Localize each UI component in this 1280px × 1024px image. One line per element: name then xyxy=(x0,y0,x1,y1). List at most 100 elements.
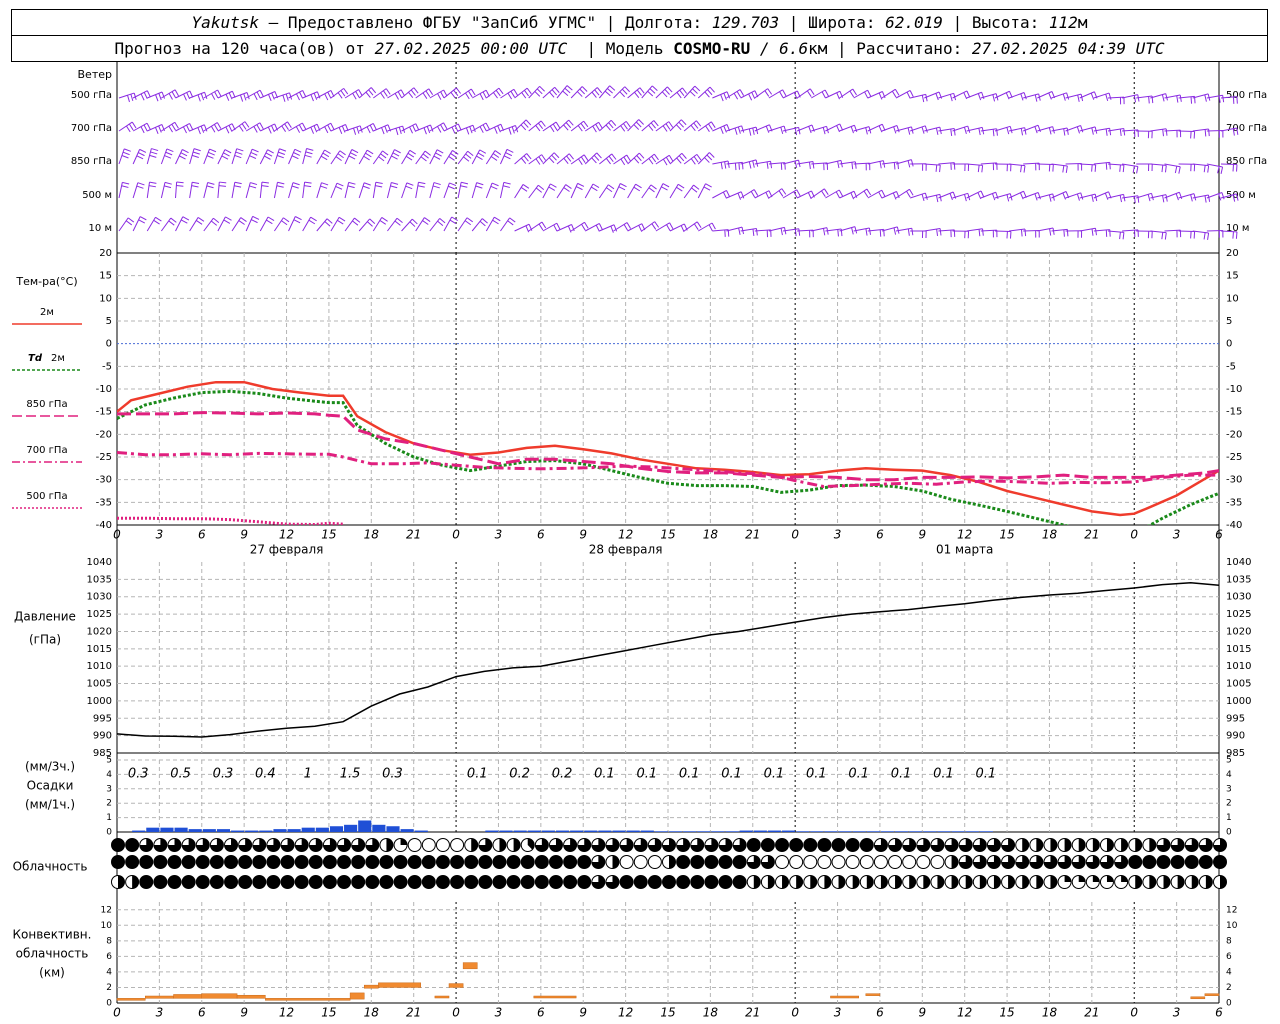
wind-barb-flag xyxy=(705,183,712,188)
wind-barb-flag xyxy=(225,94,230,101)
wind-barb-flag xyxy=(1136,166,1139,174)
wind-barb-flag xyxy=(295,126,301,133)
wind-barb xyxy=(683,153,698,165)
wind-barb-flag xyxy=(620,125,626,132)
precip-bar xyxy=(301,827,315,832)
cloud-symbol xyxy=(1043,838,1058,852)
wind-barb-flag xyxy=(465,92,470,100)
wind-barb-flag xyxy=(619,91,625,98)
wind-barb-flag xyxy=(703,186,711,191)
wind-barb xyxy=(429,218,441,232)
cloud-symbol-circle xyxy=(492,875,507,889)
wind-barb-flag xyxy=(398,127,402,135)
wind-barb-flag xyxy=(197,94,201,102)
wind-barb-flag xyxy=(310,216,317,222)
wind-barb-flag xyxy=(1091,127,1094,135)
hour-label-bottom: 3 xyxy=(834,1006,842,1020)
cloud-symbol xyxy=(986,855,1001,869)
cloud-symbol-fill xyxy=(1220,875,1227,889)
wind-barb-flag xyxy=(678,121,684,128)
precip-3h-total: 0.3 xyxy=(382,767,403,782)
wind-barb-flag xyxy=(261,181,269,184)
pressure-tick-label: 990 xyxy=(93,731,112,742)
cloud-symbol xyxy=(506,855,521,869)
model-label: | Модель xyxy=(567,39,674,58)
cloud-symbol-circle xyxy=(492,855,507,869)
cloud-symbol xyxy=(718,855,733,869)
wind-barb-flag xyxy=(1020,229,1023,237)
wind-barb-flag xyxy=(822,228,826,236)
pressure-tick-label-right: 1030 xyxy=(1226,592,1251,603)
model-resolution: 6.6 xyxy=(779,39,809,58)
wind-barb-flag xyxy=(535,125,541,132)
wind-barb-flag xyxy=(235,151,243,155)
wind-barb xyxy=(853,162,870,165)
cloud-symbol xyxy=(1156,875,1171,889)
hour-label-bottom: 6 xyxy=(198,1006,206,1020)
cloud-symbol xyxy=(195,875,210,889)
wind-barb-flag xyxy=(457,123,462,131)
wind-barb-flag xyxy=(171,91,176,98)
wind-barb-flag xyxy=(1203,232,1206,240)
wind-barb-flag xyxy=(124,148,131,152)
wind-barb-flag xyxy=(592,125,597,133)
cloud-symbol xyxy=(633,875,648,889)
wind-barb-flag xyxy=(251,219,258,224)
wind-barb-flag xyxy=(1063,128,1066,136)
convective-panel-title: Конвективн. xyxy=(13,928,92,942)
wind-barb-flag xyxy=(1162,129,1164,137)
wind-barb-flag xyxy=(192,181,200,184)
pressure-tick-label-right: 990 xyxy=(1226,731,1245,742)
wind-barb-flag xyxy=(680,225,685,233)
cloud-symbol xyxy=(831,838,846,852)
wind-barb-flag xyxy=(407,152,415,158)
wind-barb-flag xyxy=(271,92,275,100)
wind-barb-flag xyxy=(149,181,157,184)
wind-barb-flag xyxy=(863,190,869,198)
wind-barb-flag xyxy=(620,158,626,166)
hour-label: 15 xyxy=(999,528,1014,542)
cloud-symbol-fill xyxy=(782,875,789,889)
hour-label: 6 xyxy=(198,528,206,542)
wind-barb-flag xyxy=(265,152,273,157)
pressure-tick-label-right: 1000 xyxy=(1226,696,1251,707)
wind-barb-flag xyxy=(339,150,346,156)
wind-barb-flag xyxy=(949,94,953,102)
cloud-symbol xyxy=(859,855,874,869)
wind-barb xyxy=(697,121,712,132)
wind-barb-flag xyxy=(535,187,543,193)
precip-3h-total: 0.1 xyxy=(594,767,615,782)
cloud-symbol-circle xyxy=(351,875,366,889)
wind-barb-flag xyxy=(1020,93,1024,101)
wind-barb-flag xyxy=(836,92,840,100)
wind-barb-flag xyxy=(967,125,971,133)
wind-barb-flag xyxy=(153,219,160,225)
precip-bar xyxy=(372,824,386,832)
model-resolution-unit: км xyxy=(808,39,828,58)
wind-barb xyxy=(373,88,387,99)
wind-barb-flag xyxy=(739,89,745,96)
pressure-unit: (гПа) xyxy=(29,633,61,647)
wind-barb-flag xyxy=(770,161,773,169)
wind-barb-flag xyxy=(267,216,275,222)
wind-barb-flag xyxy=(443,122,448,130)
precip-bar xyxy=(146,827,160,832)
wind-barb-flag xyxy=(210,125,216,133)
wind-barb-flag xyxy=(195,220,203,225)
wind-barb xyxy=(1164,229,1181,232)
wind-barb-flag xyxy=(812,161,815,169)
wind-barb-flag xyxy=(213,217,220,223)
cloud-symbol xyxy=(393,855,408,869)
calc-label: | Рассчитано: xyxy=(827,39,972,58)
cloud-symbol xyxy=(407,875,422,889)
wind-barb-flag xyxy=(766,161,769,169)
wind-barb-flag xyxy=(468,90,473,98)
cloud-symbol-circle xyxy=(209,855,224,869)
wind-barb-flag xyxy=(939,165,941,173)
precip-bar xyxy=(329,826,344,832)
wind-barb-flag xyxy=(392,152,400,157)
wind-barb xyxy=(924,228,941,232)
precip-tick-label: 1 xyxy=(106,813,112,823)
longitude-label: Долгота: xyxy=(625,13,712,32)
wind-barb-flag xyxy=(412,125,417,132)
